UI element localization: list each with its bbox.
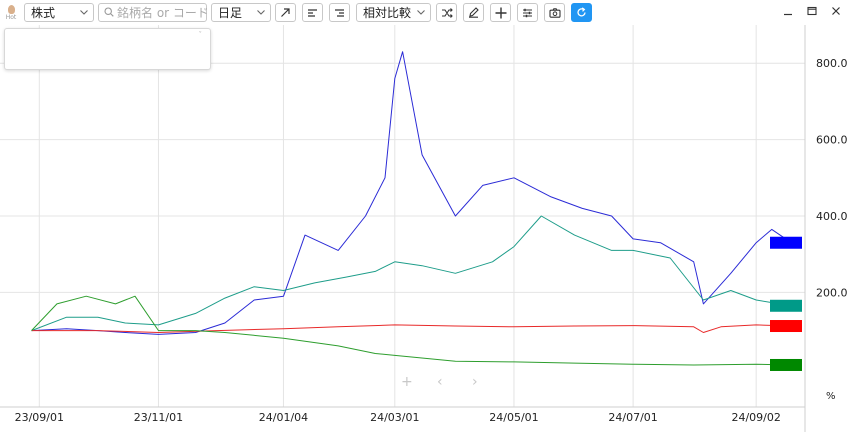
align-right-icon [334, 8, 345, 18]
info-panel: ˇ [4, 28, 211, 70]
maximize-button[interactable] [802, 3, 822, 22]
period-select-value: 日足 [218, 6, 243, 20]
minimize-icon [783, 6, 793, 19]
refresh-button[interactable] [571, 3, 592, 22]
period-select[interactable]: 日足 [211, 3, 271, 22]
y-tick-label: 400.0 [816, 210, 848, 223]
x-tick-label: 23/11/01 [134, 411, 183, 424]
chevron-down-icon [256, 8, 266, 18]
x-tick-label: 24/05/01 [489, 411, 538, 424]
hot-button[interactable]: Hot [0, 0, 22, 25]
search-input[interactable] [117, 5, 207, 20]
scroll-right-icon[interactable]: › [472, 374, 478, 390]
hot-flame-icon [7, 4, 15, 14]
settings-button[interactable] [517, 3, 538, 22]
mode-select[interactable]: 相対比較 [356, 3, 431, 22]
x-tick-label: 23/09/01 [15, 411, 64, 424]
close-button[interactable] [826, 3, 846, 22]
x-tick-label: 24/01/04 [259, 411, 308, 424]
pencil-icon [468, 7, 479, 18]
shuffle-button[interactable] [436, 3, 457, 22]
y-tick-label: 600.0 [816, 134, 848, 147]
series-legend-swatch-1[interactable] [770, 236, 802, 249]
chevron-down-icon [416, 8, 426, 18]
trend-arrow-icon [280, 7, 291, 18]
mode-select-value: 相対比較 [363, 6, 412, 20]
market-select-value: 株式 [31, 6, 56, 20]
sliders-icon [522, 8, 533, 18]
camera-icon [548, 7, 561, 18]
scroll-left-icon[interactable]: ‹ [437, 374, 443, 390]
crosshair-button[interactable] [490, 3, 511, 22]
crosshair-icon [495, 7, 507, 19]
series-line-3[interactable] [31, 324, 792, 333]
market-select[interactable]: 株式 [24, 3, 94, 22]
y-tick-label: 200.0 [816, 286, 848, 299]
toolbar: Hot 株式 日足 相対比較 [0, 0, 850, 25]
x-tick-label: 24/03/01 [370, 411, 419, 424]
series-line-4[interactable] [31, 295, 792, 366]
chevron-down-icon [79, 8, 89, 18]
refresh-icon [576, 7, 587, 18]
close-icon [831, 6, 841, 19]
search-icon [104, 6, 114, 20]
x-tick-label: 24/09/02 [731, 411, 780, 424]
draw-button[interactable] [463, 3, 484, 22]
align-left-button[interactable] [302, 3, 323, 22]
series-legend-swatch-4[interactable] [770, 358, 802, 371]
align-left-icon [307, 8, 318, 18]
search-box[interactable] [98, 3, 207, 22]
hot-label: Hot [5, 13, 17, 21]
maximize-icon [807, 6, 817, 19]
series-legend-swatch-3[interactable] [770, 320, 802, 333]
series-legend-swatch-2[interactable] [770, 299, 802, 312]
y-axis-unit: % [826, 391, 836, 402]
trend-button[interactable] [275, 3, 296, 22]
minimize-button[interactable] [778, 3, 798, 22]
panel-resize-icon[interactable]: ˇ [199, 31, 203, 39]
relative-comparison-chart[interactable]: 200.0 400.0 600.0 800.0 23/09/01 23/11/01 24/… [0, 25, 850, 432]
x-tick-label: 24/07/01 [608, 411, 657, 424]
screenshot-button[interactable] [544, 3, 565, 22]
align-right-button[interactable] [329, 3, 350, 22]
y-tick-label: 800.0 [816, 57, 848, 70]
series-line-2[interactable] [31, 215, 792, 332]
zoom-in-icon[interactable]: + [401, 374, 413, 390]
shuffle-icon [441, 7, 453, 18]
